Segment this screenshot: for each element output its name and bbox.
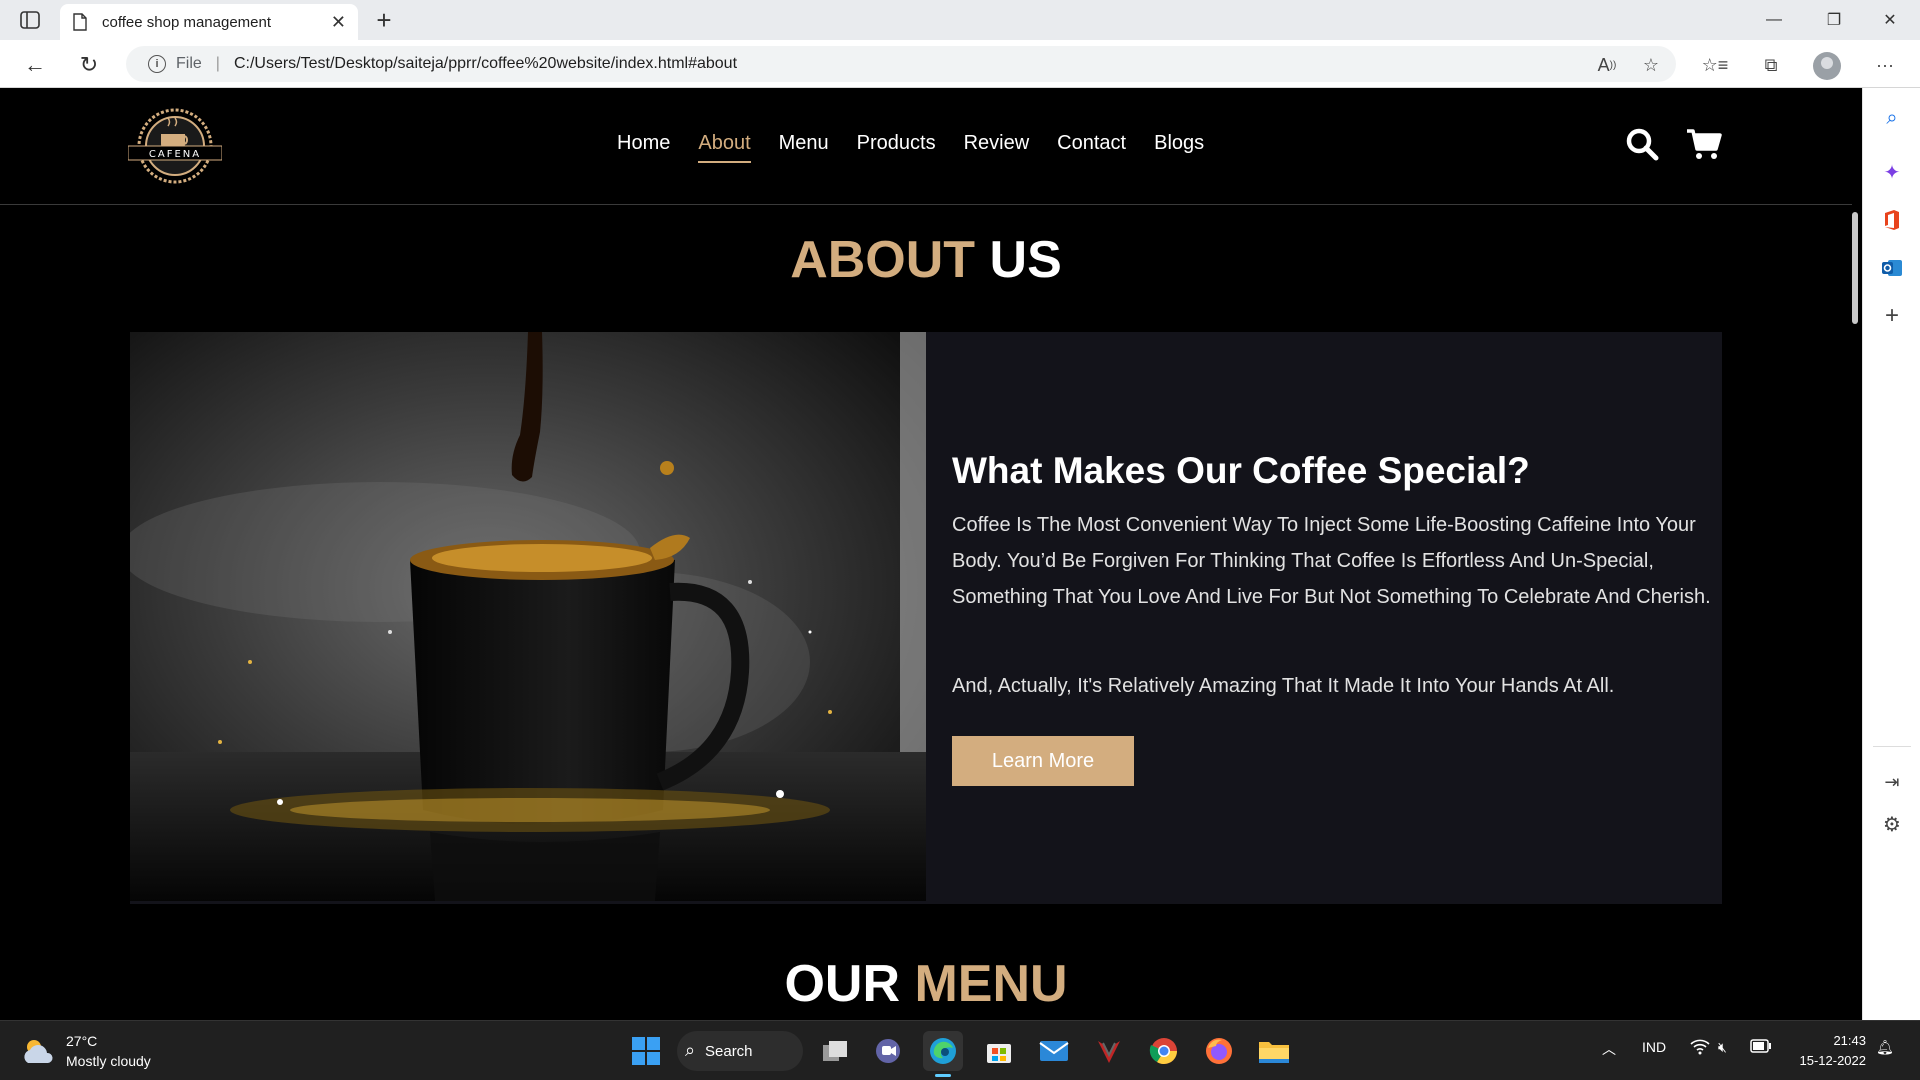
menu-heading: OUR MENU	[0, 954, 1852, 1014]
show-hidden-icons[interactable]: ︿	[1602, 1039, 1616, 1059]
settings-gear-icon[interactable]: ⚙	[1878, 810, 1906, 838]
tab-actions-icon[interactable]	[16, 8, 44, 32]
nav-about[interactable]: About	[698, 132, 751, 163]
tab-title: coffee shop management	[102, 13, 272, 31]
restore-button[interactable]: ❐	[1806, 0, 1862, 40]
hide-sidebar-icon[interactable]: ⇥	[1878, 768, 1906, 796]
taskbar-search-label: Search	[705, 1042, 753, 1060]
taskbar-clock[interactable]: 21:43 15-12-2022	[1790, 1031, 1867, 1071]
clock-date: 15-12-2022	[1799, 1053, 1867, 1068]
discover-sidebar-icon[interactable]: ✦	[1878, 158, 1906, 186]
nav-contact[interactable]: Contact	[1057, 132, 1126, 163]
teams-chat-icon[interactable]	[868, 1031, 908, 1071]
coffee-cup-image	[130, 332, 926, 901]
volume-muted-icon[interactable]: 🔇︎	[1718, 1039, 1727, 1056]
menu-heading-plain: OUR	[784, 955, 900, 1013]
about-title: What Makes Our Coffee Special?	[952, 450, 1530, 491]
read-aloud-icon[interactable]: A))	[1592, 50, 1622, 80]
outlook-sidebar-icon[interactable]	[1878, 254, 1906, 282]
address-bar[interactable]: i File | C:/Users/Test/Desktop/saiteja/p…	[126, 46, 1676, 82]
nav-blogs[interactable]: Blogs	[1154, 132, 1204, 163]
minimize-button[interactable]: —	[1746, 0, 1802, 40]
partly-cloudy-icon	[24, 1040, 53, 1063]
learn-more-button[interactable]: Learn More	[952, 736, 1134, 786]
predator-app-icon[interactable]	[1089, 1031, 1129, 1071]
sidebar-divider	[1873, 746, 1911, 747]
nav-products[interactable]: Products	[857, 132, 936, 163]
notification-icon[interactable]: 🔔︎	[1876, 1039, 1894, 1056]
close-window-button[interactable]: ✕	[1862, 0, 1918, 40]
page-scrollbar[interactable]	[1852, 212, 1858, 324]
edge-sidebar: ⌕ ✦ + ⇥ ⚙	[1862, 88, 1920, 1020]
search-sidebar-icon[interactable]: ⌕	[1878, 104, 1906, 132]
url-text[interactable]: C:/Users/Test/Desktop/saiteja/pprr/coffe…	[234, 55, 737, 73]
about-heading-accent: ABOUT	[790, 231, 976, 289]
about-content: What Makes Our Coffee Special? Coffee Is…	[952, 332, 1712, 901]
site-header: CAFENA Home About Menu Products Review C…	[0, 88, 1852, 205]
battery-icon[interactable]	[1750, 1039, 1772, 1056]
tab-close-icon[interactable]: ✕	[331, 12, 346, 33]
main-nav: Home About Menu Products Review Contact …	[617, 132, 1204, 163]
address-separator: |	[215, 55, 220, 72]
weather-widget[interactable]: 27°C Mostly cloudy	[20, 1031, 151, 1071]
nav-review[interactable]: Review	[964, 132, 1030, 163]
mail-icon[interactable]	[1034, 1031, 1074, 1071]
cart-icon[interactable]	[1686, 126, 1722, 162]
about-heading-plain: US	[989, 231, 1062, 289]
office-sidebar-icon[interactable]	[1878, 206, 1906, 234]
cafena-logo[interactable]: CAFENA	[128, 106, 222, 186]
add-sidebar-icon[interactable]: +	[1878, 302, 1906, 330]
profile-avatar[interactable]	[1813, 52, 1841, 80]
weather-temperature: 27°C	[66, 1033, 98, 1049]
file-explorer-icon[interactable]	[1254, 1031, 1294, 1071]
nav-menu[interactable]: Menu	[779, 132, 829, 163]
chrome-icon[interactable]	[1144, 1031, 1184, 1071]
about-heading: ABOUT US	[0, 230, 1852, 290]
browser-tab[interactable]: coffee shop management ✕	[60, 4, 358, 40]
wifi-icon[interactable]	[1690, 1039, 1710, 1058]
logo-text: CAFENA	[149, 149, 201, 160]
clock-time: 21:43	[1833, 1033, 1866, 1048]
back-button[interactable]: ←	[20, 50, 50, 80]
edge-taskbar-icon[interactable]	[923, 1031, 963, 1077]
more-menu-icon[interactable]: ···	[1870, 50, 1900, 80]
address-scheme-label: File	[176, 55, 202, 72]
windows-taskbar: 27°C Mostly cloudy ⌕ Search ︿ IND 🔇︎ 21:…	[0, 1020, 1920, 1080]
task-view-icon[interactable]	[815, 1031, 855, 1071]
about-paragraph-2: And, Actually, It's Relatively Amazing T…	[952, 675, 1615, 697]
about-section: What Makes Our Coffee Special? Coffee Is…	[130, 332, 1722, 904]
new-tab-button[interactable]: +	[370, 5, 398, 35]
collections-icon[interactable]: ⧉	[1756, 50, 1786, 80]
about-paragraph-1: Coffee Is The Most Convenient Way To Inj…	[952, 514, 1711, 608]
refresh-button[interactable]: ↻	[74, 50, 104, 80]
taskbar-search-icon: ⌕	[685, 1040, 696, 1060]
taskbar-search[interactable]: ⌕ Search	[677, 1031, 803, 1071]
menu-heading-accent: MENU	[914, 955, 1068, 1013]
language-indicator[interactable]: IND	[1642, 1039, 1666, 1055]
weather-condition: Mostly cloudy	[66, 1053, 151, 1069]
document-icon	[73, 13, 87, 31]
page-viewport: CAFENA Home About Menu Products Review C…	[0, 88, 1862, 1020]
windows-start-icon[interactable]	[626, 1031, 666, 1071]
microsoft-store-icon[interactable]	[979, 1031, 1019, 1071]
browser-tab-bar: coffee shop management ✕ + — ❐ ✕	[0, 0, 1920, 40]
favorites-icon[interactable]: ☆≡	[1700, 50, 1730, 80]
info-icon[interactable]: i	[148, 55, 166, 73]
nav-home[interactable]: Home	[617, 132, 670, 163]
search-icon[interactable]	[1624, 126, 1660, 162]
address-toolbar: ← ↻ i File | C:/Users/Test/Desktop/saite…	[0, 40, 1920, 88]
add-favorite-icon[interactable]: ☆	[1636, 50, 1666, 80]
firefox-icon[interactable]	[1199, 1031, 1239, 1071]
